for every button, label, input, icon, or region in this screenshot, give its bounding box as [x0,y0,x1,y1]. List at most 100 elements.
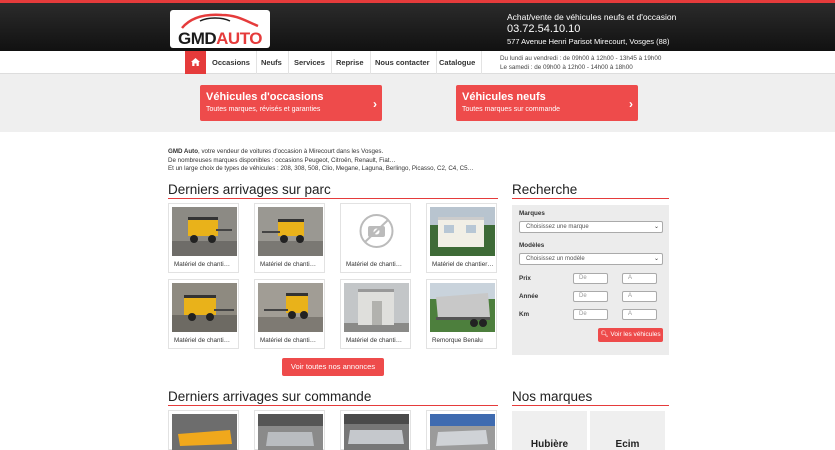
marque-select-value: Choisissez une marque [526,224,589,230]
occasions-cta-subtitle: Toutes marques, révisés et garanties [206,106,321,113]
order-card[interactable] [168,410,239,450]
car-logo-icon [181,13,259,29]
brands-title-underline [512,405,669,406]
marque-select[interactable]: Choisissez une marque ⌄ [519,221,663,233]
order-card[interactable] [340,410,411,450]
chevron-right-icon: › [629,97,633,111]
generator-photo [172,207,237,256]
nav-item-contact[interactable]: Nous contacter [369,51,437,74]
parc-title-underline [168,198,498,199]
trailer-photo [172,414,237,450]
generator-photo [172,283,237,332]
generator-photo [258,283,323,332]
neufs-cta-button[interactable]: Véhicules neufs Toutes marques sur comma… [456,85,638,121]
hours-saturday: Le samedi : de 09h00 à 12h00 - 14h00 à 1… [500,64,633,71]
brands-section-title: Nos marques [512,389,593,404]
opening-hours: Du lundi au vendredi : de 09h00 à 12h00 … [500,54,661,72]
no-photo-icon [344,207,409,256]
prix-min-input[interactable]: De [573,273,608,284]
trailer-photo [258,414,323,450]
hero-banner: Véhicules d'occasions Toutes marques, ré… [0,74,835,132]
nav-item-services[interactable]: Services [288,51,332,74]
vehicle-card[interactable]: Matériel de chanti… [168,203,239,273]
nav-item-occasions[interactable]: Occasions [206,51,257,74]
grey-cabin-photo [344,283,409,332]
modeles-label: Modèles [519,242,545,249]
search-section-title: Recherche [512,182,578,197]
chevron-right-icon: › [373,97,377,111]
vehicle-card[interactable]: Remorque Benalu [426,279,497,349]
search-submit-button[interactable]: 🔍︎ Voir les véhicules [598,328,663,342]
order-card[interactable] [426,410,497,450]
trailer-photo [430,414,495,450]
neufs-cta-title: Véhicules neufs [462,91,546,103]
vehicle-card[interactable]: Matériel de chanti… [340,203,411,273]
see-all-listings-button[interactable]: Voir toutes nos annonces [282,358,384,376]
vehicle-card-title: Matériel de chanti… [174,337,230,344]
vehicle-card-title: Matériel de chanti… [346,261,402,268]
km-min-input[interactable]: De [573,309,608,320]
nav-item-neufs[interactable]: Neufs [255,51,289,74]
vehicle-card[interactable]: Matériel de chantier… [426,203,497,273]
vehicle-card[interactable]: Matériel de chanti… [254,279,325,349]
annee-min-input[interactable]: De [573,291,608,302]
site-logo[interactable]: GMDAUTO [170,10,270,48]
brand-tile[interactable]: Hubière [512,411,587,450]
header-phone[interactable]: 03.72.54.10.10 [507,23,676,35]
vehicle-card-title: Matériel de chanti… [260,337,316,344]
vehicle-card-title: Remorque Benalu [432,337,483,344]
km-max-input[interactable]: A [622,309,657,320]
trailer-photo [344,414,409,450]
search-icon: 🔍︎ [600,331,609,338]
vehicle-card[interactable]: Matériel de chanti… [254,203,325,273]
prix-label: Prix [519,275,531,282]
search-title-underline [512,198,669,199]
cabin-photo [430,207,495,256]
header-tagline: Achat/vente de véhicules neufs et d'occa… [507,12,677,22]
commande-title-underline [168,405,498,406]
vehicle-card[interactable]: Matériel de chanti… [168,279,239,349]
vehicle-card-title: Matériel de chanti… [174,261,230,268]
order-card[interactable] [254,410,325,450]
intro-line2: De nombreuses marques disponibles : occa… [168,156,396,164]
occasions-cta-title: Véhicules d'occasions [206,91,324,103]
parc-section-title: Derniers arrivages sur parc [168,182,331,197]
intro-line3: Et un large choix de types de véhicules … [168,165,474,172]
hours-weekday: Du lundi au vendredi : de 09h00 à 12h00 … [500,55,662,62]
logo-text: GMDAUTO [177,29,263,48]
nav-item-catalogue[interactable]: Catalogue [433,51,483,74]
search-panel: Marques Choisissez une marque ⌄ Modèles C… [512,205,669,355]
vehicle-card-title: Matériel de chanti… [260,261,316,268]
main-nav: Occasions Neufs Services Reprise Nous co… [0,51,835,74]
km-label: Km [519,311,530,318]
intro-line1: , votre vendeur de voitures d'occasion à… [198,148,384,155]
modele-select-value: Choisissez un modèle [526,256,585,262]
commande-section-title: Derniers arrivages sur commande [168,389,372,404]
search-submit-label: Voir les véhicules [610,331,661,338]
home-icon [191,58,200,66]
occasions-cta-button[interactable]: Véhicules d'occasions Toutes marques, ré… [200,85,382,121]
prix-max-input[interactable]: A [622,273,657,284]
intro-text: GMD Auto, votre vendeur de voitures d'oc… [168,148,498,174]
trailer-photo [430,283,495,332]
header-address: 577 Avenue Henri Parisot Mirecourt, Vosg… [507,37,670,46]
vehicle-card[interactable]: Matériel de chanti… [340,279,411,349]
neufs-cta-subtitle: Toutes marques sur commande [462,106,561,113]
annee-max-input[interactable]: A [622,291,657,302]
vehicle-card-title: Matériel de chantier… [432,261,494,268]
generator-photo [258,207,323,256]
intro-brand: GMD Auto [168,148,199,155]
header-contact: Achat/vente de véhicules neufs et d'occa… [507,12,676,46]
nav-home-button[interactable] [185,51,206,74]
marques-label: Marques [519,210,545,217]
annee-label: Année [519,293,539,300]
chevron-down-icon: ⌄ [653,256,659,262]
chevron-down-icon: ⌄ [653,224,659,230]
site-header: GMDAUTO Achat/vente de véhicules neufs e… [0,0,835,51]
vehicle-card-title: Matériel de chanti… [346,337,402,344]
brand-name: Hubière [530,439,569,450]
brand-tile[interactable]: Ecim [590,411,665,450]
brand-name: Ecim [615,439,640,450]
modele-select[interactable]: Choisissez un modèle ⌄ [519,253,663,265]
nav-item-reprise[interactable]: Reprise [330,51,371,74]
